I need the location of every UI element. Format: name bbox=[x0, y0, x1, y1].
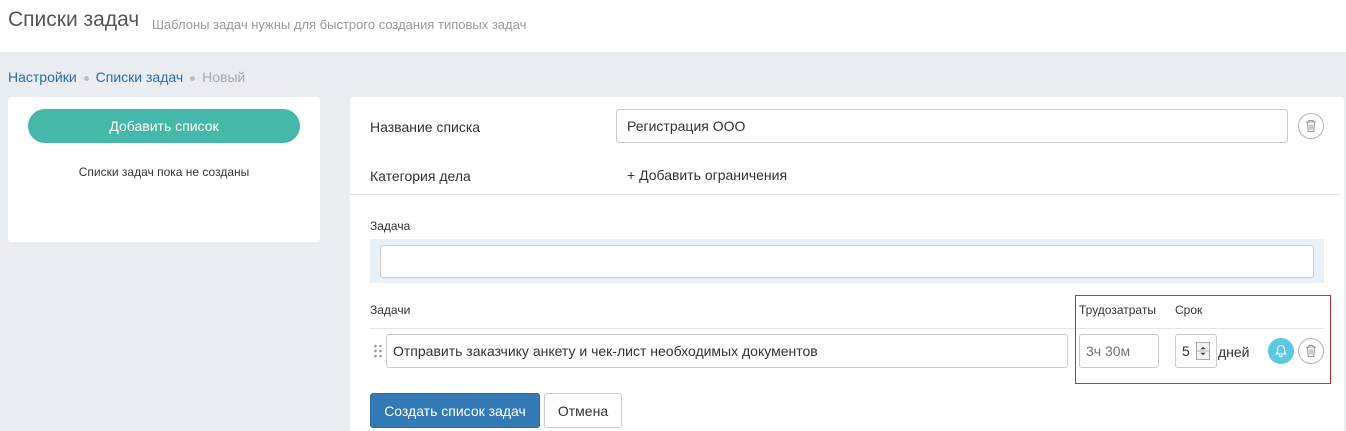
list-name-input[interactable] bbox=[616, 109, 1288, 143]
list-name-label: Название списка bbox=[370, 119, 481, 135]
page-header: Списки задач Шаблоны задач нужны для быс… bbox=[0, 0, 1346, 52]
tasks-header: Задачи bbox=[370, 303, 411, 317]
add-list-button[interactable]: Добавить список bbox=[28, 109, 300, 143]
task-lists-sidebar: Добавить список Списки задач пока не соз… bbox=[8, 97, 320, 242]
divider bbox=[350, 194, 1340, 195]
task-list-form: Название списка Категория дела + Добавит… bbox=[350, 97, 1344, 431]
empty-lists-note: Списки задач пока не созданы bbox=[78, 165, 250, 179]
cancel-button[interactable]: Отмена bbox=[544, 393, 622, 428]
breadcrumb-task-lists[interactable]: Списки задач bbox=[96, 69, 184, 85]
breadcrumb-settings[interactable]: Настройки bbox=[8, 69, 77, 85]
task-label: Задача bbox=[370, 219, 411, 233]
breadcrumb-current: Новый bbox=[202, 69, 246, 85]
create-list-button[interactable]: Создать список задач bbox=[370, 393, 540, 428]
new-task-input[interactable] bbox=[380, 245, 1314, 278]
delete-list-button[interactable] bbox=[1298, 113, 1324, 139]
breadcrumb: Настройки Списки задач Новый bbox=[8, 69, 245, 85]
category-label: Категория дела bbox=[370, 168, 471, 184]
breadcrumb-separator bbox=[190, 75, 196, 81]
page-subtitle: Шаблоны задач нужны для быстрого создани… bbox=[152, 17, 527, 32]
page-title: Списки задач bbox=[8, 8, 140, 31]
trash-icon bbox=[1306, 119, 1316, 133]
highlight-frame bbox=[1075, 295, 1331, 384]
new-task-box bbox=[370, 239, 1324, 283]
breadcrumb-separator bbox=[83, 75, 89, 81]
drag-handle-icon[interactable] bbox=[373, 344, 383, 358]
add-restrictions-link[interactable]: + Добавить ограничения bbox=[627, 167, 787, 183]
task-title-input[interactable] bbox=[386, 334, 1068, 368]
